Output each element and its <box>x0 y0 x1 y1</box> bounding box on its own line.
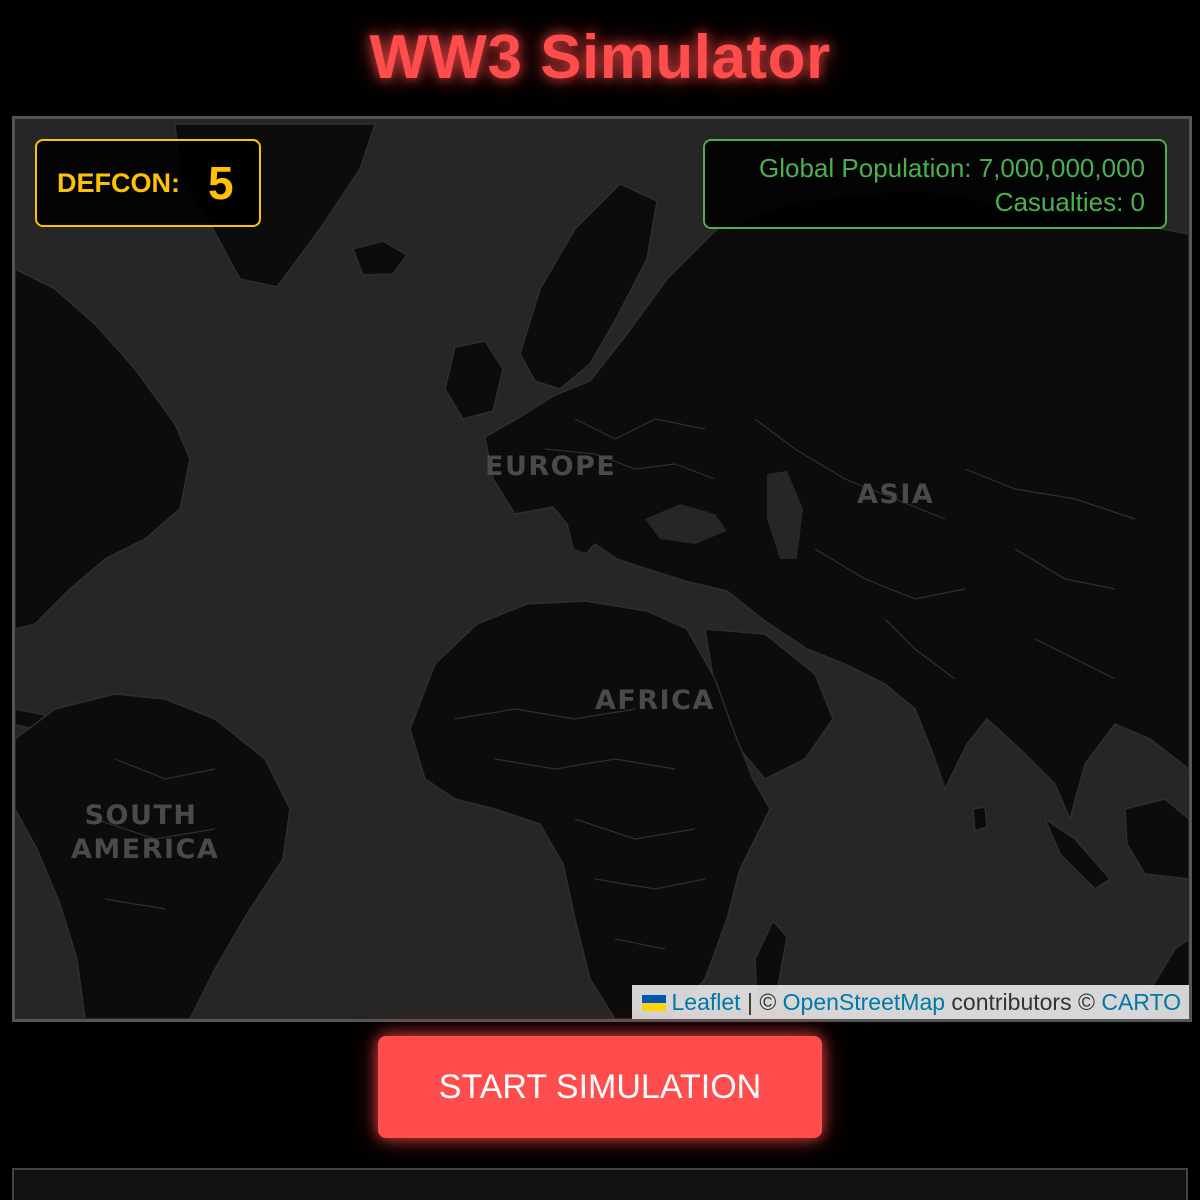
carto-link[interactable]: CARTO <box>1101 989 1181 1015</box>
leaflet-link[interactable]: Leaflet <box>672 989 741 1015</box>
region-label-africa: AFRICA <box>595 685 715 716</box>
map-tiles <box>15 123 1189 1019</box>
start-simulation-button[interactable]: START SIMULATION <box>378 1036 822 1138</box>
region-label-europe: EUROPE <box>485 451 617 482</box>
openstreetmap-link[interactable]: OpenStreetMap <box>783 989 945 1015</box>
world-map[interactable]: EUROPE ASIA AFRICA SOUTH AMERICA DEFCON:… <box>12 116 1192 1022</box>
defcon-label: DEFCON: <box>57 167 180 198</box>
global-population-text: Global Population: 7,000,000,000 <box>759 153 1145 183</box>
borneo-landmass <box>1124 798 1189 880</box>
map-attribution: Leaflet | © OpenStreetMap contributors ©… <box>631 985 1189 1019</box>
region-label-asia: ASIA <box>857 479 935 510</box>
attribution-separator: | © <box>740 989 783 1015</box>
north-america-landmass <box>15 268 191 630</box>
sri-lanka-landmass <box>972 806 988 833</box>
british-isles-landmass <box>444 340 504 420</box>
region-label-america: AMERICA <box>71 834 220 865</box>
ukraine-flag-icon <box>641 995 666 1011</box>
defcon-indicator: DEFCON: 5 <box>35 139 261 227</box>
event-log-panel <box>12 1168 1188 1200</box>
region-label-south: SOUTH <box>84 800 198 831</box>
defcon-value: 5 <box>208 157 234 209</box>
region-label-south-america: SOUTH AMERICA <box>71 799 220 867</box>
sumatra-landmass <box>1043 816 1112 890</box>
attribution-contributors: contributors © <box>945 989 1102 1015</box>
population-stats-panel: Global Population: 7,000,000,000 Casualt… <box>703 139 1167 229</box>
casualties-text: Casualties: 0 <box>994 187 1145 217</box>
iceland-landmass <box>352 240 409 276</box>
page: WW3 Simulator EUROPE ASIA AFRICA SOUTH A… <box>0 0 1200 1200</box>
page-title: WW3 Simulator <box>369 23 831 92</box>
